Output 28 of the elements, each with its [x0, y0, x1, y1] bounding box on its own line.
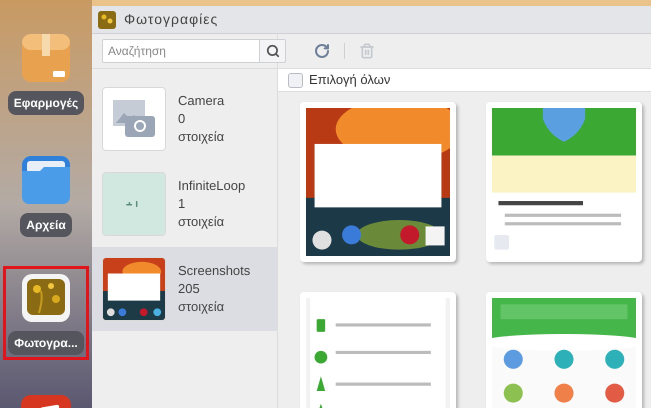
item-unit: στοιχεία: [178, 298, 226, 316]
item-count: 205: [178, 280, 201, 298]
dock-label: Αρχεία: [20, 213, 72, 237]
dock-item[interactable]: Αρχεία: [15, 150, 77, 242]
window-title: Φωτογραφίες: [124, 10, 218, 29]
folder-icon: [21, 155, 71, 205]
package-icon: [20, 33, 71, 83]
album-item[interactable]: Screenshots 205 στοιχεία: [92, 247, 277, 331]
select-all-checkbox[interactable]: [288, 72, 303, 88]
search-button[interactable]: [260, 39, 286, 63]
album-name: InfiniteLoop: [178, 177, 246, 195]
item-count: 0: [178, 110, 186, 128]
search-field[interactable]: Αναζήτηση: [102, 39, 260, 63]
dock-label: Φωτογρα...: [8, 331, 84, 355]
album-item[interactable]: InfiniteLoop 1 στοιχεία: [92, 162, 277, 246]
album-name: Screenshots: [178, 262, 250, 280]
select-all-label: Επιλογή όλων: [309, 71, 390, 90]
dock-item[interactable]: Εφαρμογές: [2, 28, 90, 120]
dock-item[interactable]: Φωτογρα...: [3, 266, 89, 360]
item-unit: στοιχεία: [178, 213, 226, 231]
dock-label: Εφαρμογές: [8, 91, 84, 115]
refresh-icon[interactable]: [314, 43, 330, 59]
album-name: Camera: [178, 92, 224, 110]
search-icon: [266, 44, 280, 58]
album-item[interactable]: Camera 0 στοιχεία: [92, 77, 277, 161]
item-unit: στοιχεία: [178, 128, 224, 146]
image-camera-icon: [112, 99, 156, 139]
item-count: 1: [178, 195, 186, 213]
